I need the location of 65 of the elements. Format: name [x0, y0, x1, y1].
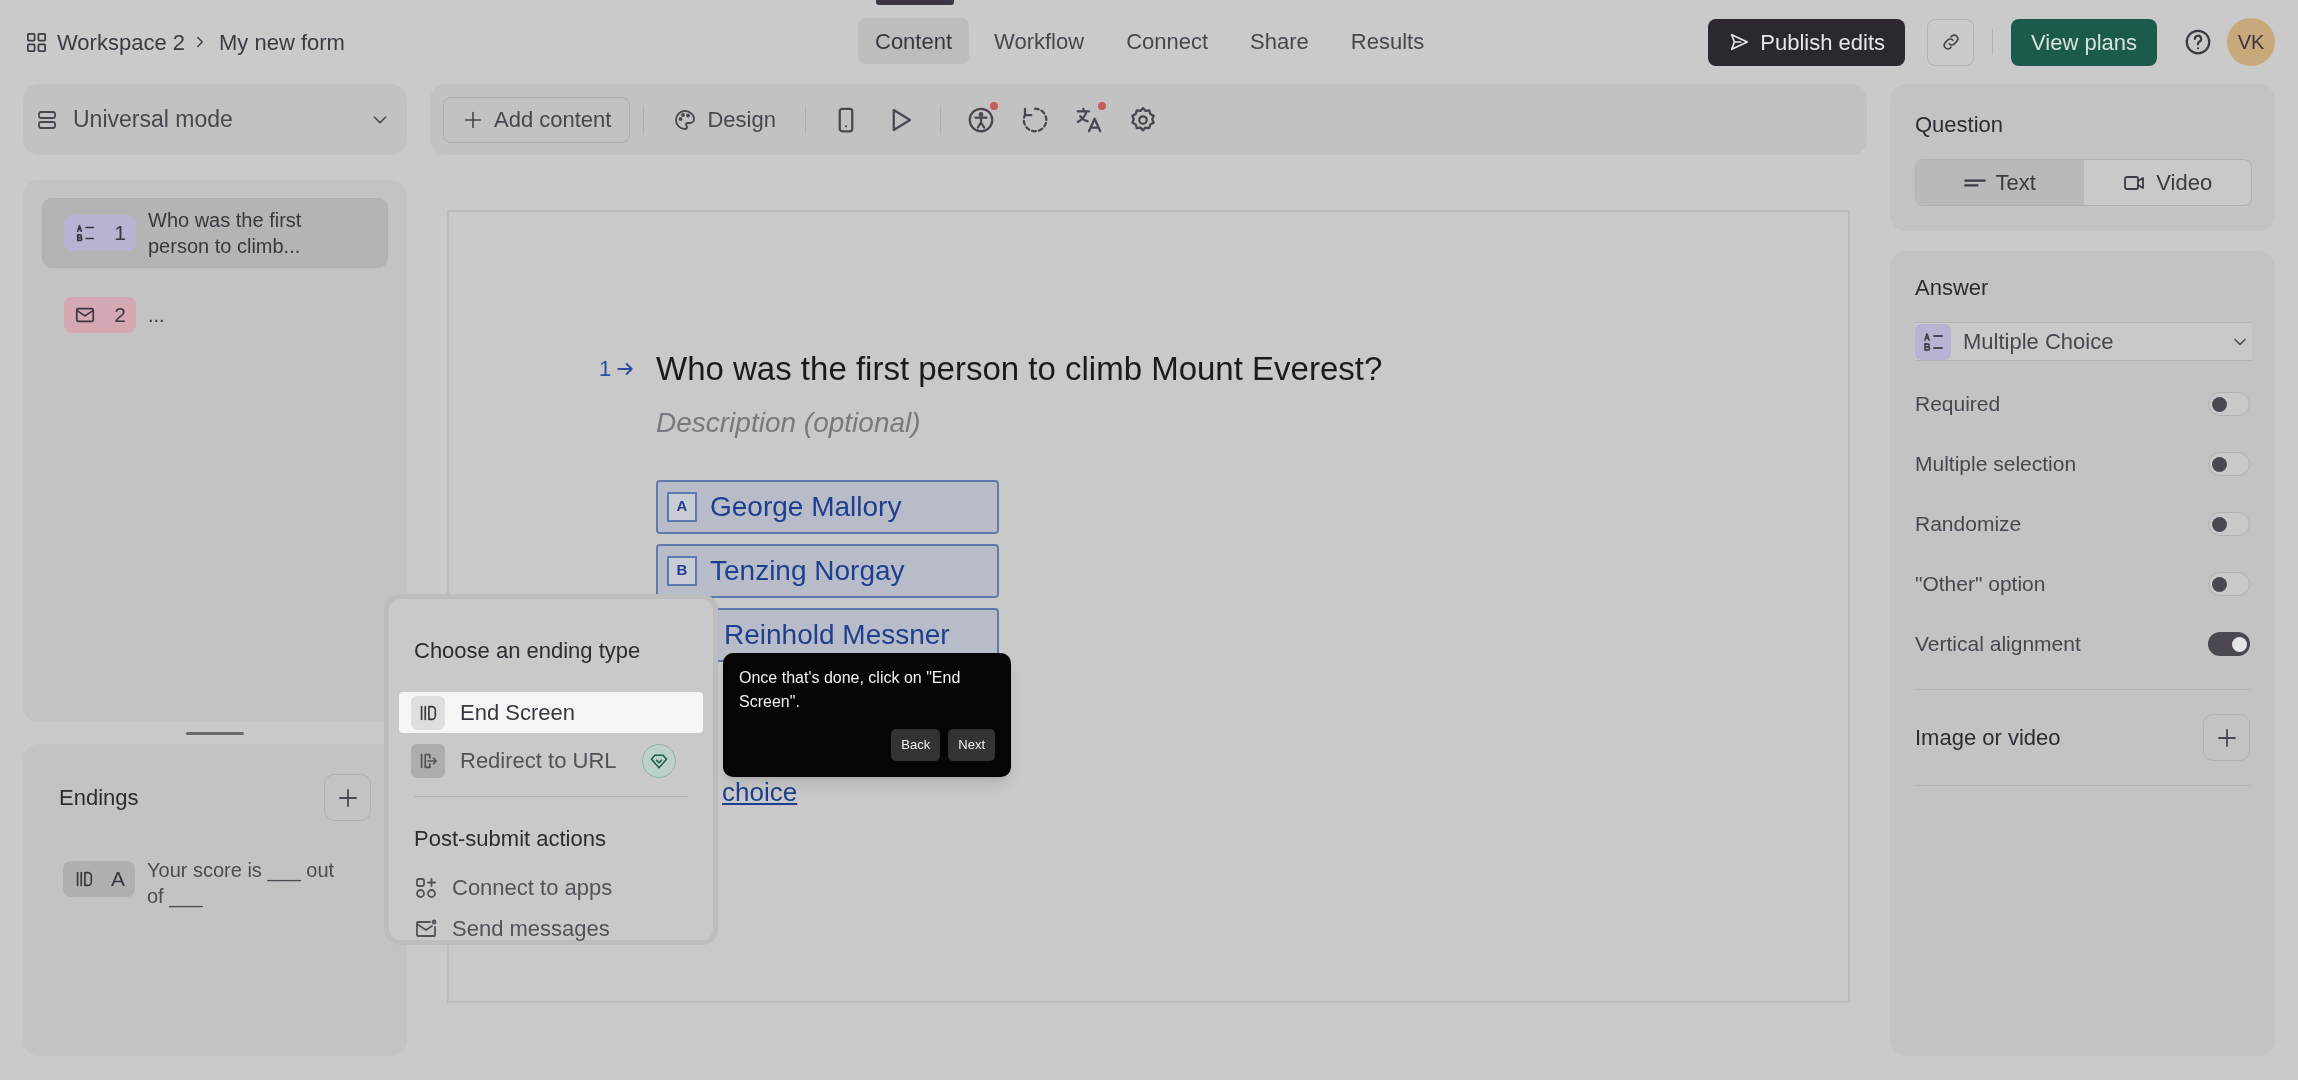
add-ending-button[interactable] [324, 774, 371, 821]
choice-key: A [667, 491, 697, 522]
section-title: Question [1915, 111, 2005, 139]
answer-choice[interactable]: A George Mallory [656, 479, 999, 534]
question-badge: 2 [64, 297, 136, 333]
nav-tab[interactable]: Content [858, 18, 970, 64]
design-button[interactable]: Design [657, 96, 792, 143]
nav-tab[interactable]: Share [1233, 18, 1326, 64]
menu-section-title: Post-submit actions [414, 825, 607, 853]
setting-label: Randomize [1915, 511, 2022, 538]
post-submit-action[interactable]: Connect to apps [414, 871, 703, 904]
ending-badge: A [63, 861, 135, 897]
tooltip-text: Once that's done, click on "End Screen". [739, 668, 962, 712]
ending-type-option[interactable]: End Screen [399, 692, 703, 733]
question-title: Who was the first person to climb... [148, 208, 303, 259]
answer-type-dropdown[interactable]: Multiple Choice [1915, 322, 2252, 361]
post-submit-action[interactable]: Send messages [414, 912, 703, 945]
section-title: Answer [1915, 274, 1990, 302]
tooltip-button[interactable]: Next [948, 729, 995, 761]
publish-button[interactable]: Publish edits [1708, 18, 1905, 66]
workspace-link[interactable]: Workspace 2 [57, 25, 185, 59]
ending-title: Your score is ___ out of ___ [147, 858, 336, 909]
add-media-button[interactable] [2203, 714, 2250, 761]
apps-icon [414, 875, 438, 900]
add-content-button[interactable]: Add content [443, 96, 631, 143]
setting-label: Multiple selection [1915, 451, 2077, 478]
setting-label: Vertical alignment [1915, 631, 2081, 658]
view-plans-button[interactable]: View plans [2011, 18, 2157, 66]
setting-label: "Other" option [1915, 571, 2046, 598]
tooltip-button[interactable]: Back [891, 729, 941, 761]
palette-icon [673, 107, 698, 132]
setting-label: Image or video [1915, 724, 2061, 752]
endings-title: Endings [59, 784, 139, 812]
toggle-switch[interactable] [2208, 632, 2250, 656]
toggle-switch[interactable] [2208, 452, 2250, 476]
question-heading: Who was the first person to climb Mount Everest? [656, 349, 1383, 389]
ending-item[interactable]: A Your score is ___ out of ___ [63, 857, 371, 909]
nav-tab[interactable]: Results [1333, 18, 1442, 64]
resize-handle[interactable] [186, 731, 244, 735]
question-title: ... [148, 303, 166, 328]
toggle-switch[interactable] [2208, 572, 2250, 596]
help-button[interactable] [2183, 27, 2213, 57]
menu-title: Choose an ending type [414, 637, 642, 665]
nav-tab[interactable]: Workflow [977, 18, 1102, 64]
setting-label: Required [1915, 391, 2001, 418]
question-badge: 1 [64, 215, 136, 251]
ending-type-option[interactable]: Redirect to URL [399, 740, 703, 781]
question-item[interactable]: 1 Who was the first person to climb... [42, 198, 388, 268]
answer-choice[interactable]: B Tenzing Norgay [656, 543, 999, 598]
user-avatar[interactable]: VK [2227, 18, 2275, 66]
question-type-option[interactable]: Video [2083, 160, 2251, 205]
copy-link-button[interactable] [1927, 18, 1974, 66]
grid-icon [25, 30, 48, 54]
list-icon [74, 222, 96, 244]
add-choice-link[interactable]: choice [722, 777, 798, 806]
toggle-switch[interactable] [2208, 512, 2250, 536]
toggle-switch[interactable] [2208, 392, 2250, 416]
question-type-option[interactable]: Text [1916, 160, 2084, 205]
choice-key: B [667, 555, 697, 586]
form-name[interactable]: My new form [219, 25, 345, 59]
mode-selector[interactable]: Universal mode [23, 84, 407, 155]
nav-tab[interactable]: Connect [1109, 18, 1226, 64]
text-lines-icon [1963, 178, 1986, 187]
send-icon [1728, 31, 1751, 53]
question-number: 1 [599, 352, 656, 386]
